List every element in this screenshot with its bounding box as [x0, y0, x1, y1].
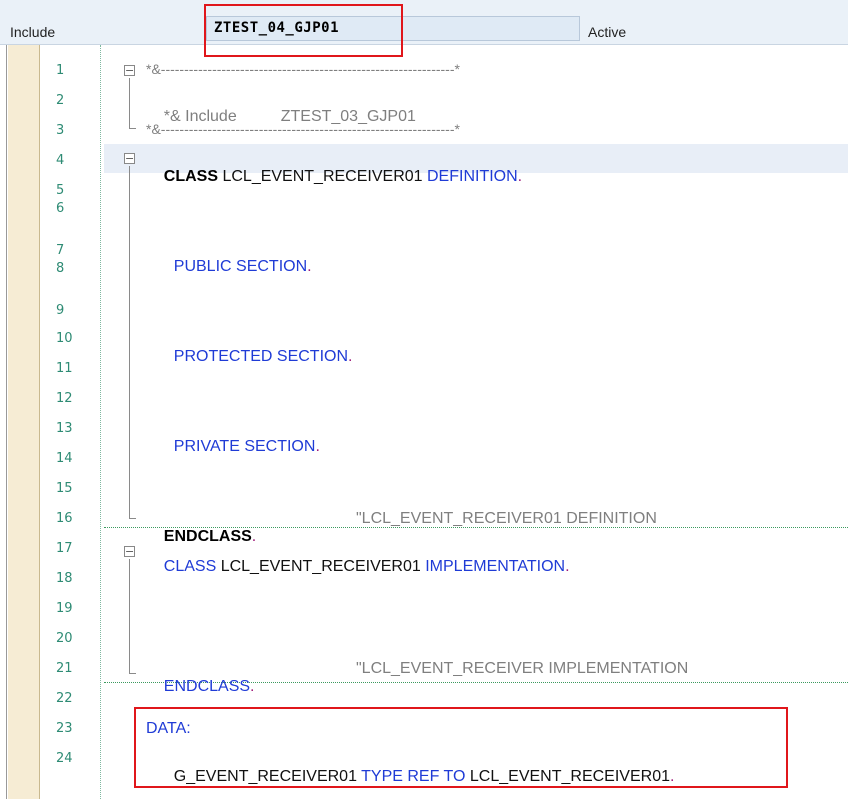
collapse-icon[interactable]: − — [124, 65, 135, 76]
breakpoint-margin[interactable] — [8, 45, 40, 799]
fold-guide-line — [129, 166, 130, 518]
period: . — [315, 438, 320, 455]
collapse-icon[interactable]: − — [124, 153, 135, 164]
code-line-3: *&--------------------------------------… — [146, 121, 460, 137]
keyword-definition: DEFINITION — [427, 168, 518, 185]
keyword-implementation: IMPLEMENTATION — [425, 558, 566, 575]
code-line-17: CLASS LCL_EVENT_RECEIVER01 IMPLEMENTATIO… — [146, 540, 570, 594]
line-number: 17 — [56, 541, 73, 556]
line-number: 1 — [56, 63, 65, 78]
code-line-7: PUBLIC SECTION. — [156, 240, 312, 294]
line-number: 11 — [56, 361, 73, 376]
line-number: 8 — [56, 261, 65, 276]
line-number: 10 — [56, 331, 73, 346]
line-number: 5 — [56, 183, 65, 198]
line-number: 2 — [56, 93, 65, 108]
inline-comment: "LCL_EVENT_RECEIVER IMPLEMENTATION — [356, 660, 689, 677]
inline-comment: "LCL_EVENT_RECEIVER01 DEFINITION — [356, 510, 657, 527]
fold-guide-line — [129, 559, 130, 673]
line-number: 14 — [56, 451, 73, 466]
period: . — [517, 168, 523, 185]
status-label: Active — [588, 24, 627, 40]
line-number: 6 — [56, 201, 65, 216]
class-name: LCL_EVENT_RECEIVER01 — [216, 558, 426, 575]
keyword-class: CLASS — [163, 168, 219, 185]
line-number-gutter: 1 2 3 4 5 6 7 8 9 10 11 12 13 14 15 16 1… — [40, 45, 101, 799]
abap-code-editor[interactable]: 1 2 3 4 5 6 7 8 9 10 11 12 13 14 15 16 1… — [0, 45, 848, 799]
keyword-public-section: PUBLIC SECTION — [173, 258, 308, 275]
period: . — [348, 348, 353, 365]
period: . — [250, 678, 255, 695]
collapse-icon[interactable]: − — [124, 546, 135, 557]
keyword-protected-section: PROTECTED SECTION — [173, 348, 349, 365]
keyword-private-section: PRIVATE SECTION — [173, 438, 316, 455]
code-line-4: CLASS LCL_EVENT_RECEIVER01 DEFINITION. — [146, 150, 522, 204]
line-number: 15 — [56, 481, 73, 496]
code-line-21: ENDCLASS. — [146, 660, 255, 714]
line-number: 20 — [56, 631, 73, 646]
line-number: 24 — [56, 751, 73, 766]
include-header-bar: Include ZTEST_04_GJP01 Active — [0, 0, 848, 57]
line-number: 7 — [56, 243, 65, 258]
line-number: 9 — [56, 303, 65, 318]
keyword-class: CLASS — [163, 558, 217, 575]
line-number: 13 — [56, 421, 73, 436]
line-number: 23 — [56, 721, 73, 736]
include-label: Include — [10, 24, 56, 40]
code-line-1: *&--------------------------------------… — [146, 61, 460, 77]
editor-left-edge — [0, 45, 7, 799]
code-line-10: PROTECTED SECTION. — [156, 330, 353, 384]
fold-guide-line — [129, 78, 130, 128]
code-line-13: PRIVATE SECTION. — [156, 420, 320, 474]
period: . — [307, 258, 312, 275]
fold-guide-end — [129, 128, 136, 129]
line-number: 18 — [56, 571, 73, 586]
data-declaration-annotation-box — [134, 707, 788, 788]
line-number: 4 — [56, 153, 65, 168]
line-number: 21 — [56, 661, 73, 676]
fold-guide-end — [129, 673, 136, 674]
line-number: 19 — [56, 601, 73, 616]
line-number: 3 — [56, 123, 65, 138]
period: . — [565, 558, 570, 575]
line-number: 22 — [56, 691, 73, 706]
class-name: LCL_EVENT_RECEIVER01 — [218, 168, 427, 185]
line-number: 12 — [56, 391, 73, 406]
line-number: 16 — [56, 511, 73, 526]
keyword-endclass: ENDCLASS — [163, 678, 251, 695]
fold-guide-end — [129, 518, 136, 519]
